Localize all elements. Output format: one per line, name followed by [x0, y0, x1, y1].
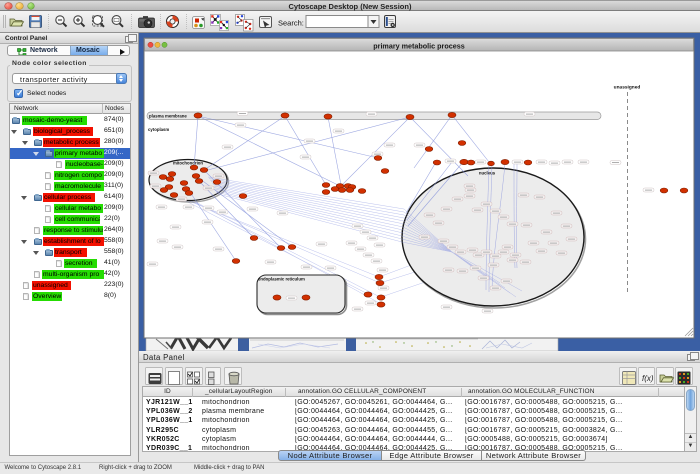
svg-text:endoplasmic reticulum: endoplasmic reticulum: [258, 277, 305, 282]
svg-text:plasma membrane: plasma membrane: [149, 113, 187, 118]
svg-text:nucleus: nucleus: [479, 171, 496, 176]
svg-text:f(x): f(x): [642, 374, 654, 383]
svg-text:unassigned: unassigned: [614, 85, 641, 91]
svg-text:cytoplasm: cytoplasm: [148, 127, 169, 132]
svg-text:mitochondrion: mitochondrion: [173, 161, 203, 166]
svg-text:primary metabolic process: primary metabolic process: [373, 42, 464, 51]
svg-text:Search:: Search:: [278, 19, 304, 28]
